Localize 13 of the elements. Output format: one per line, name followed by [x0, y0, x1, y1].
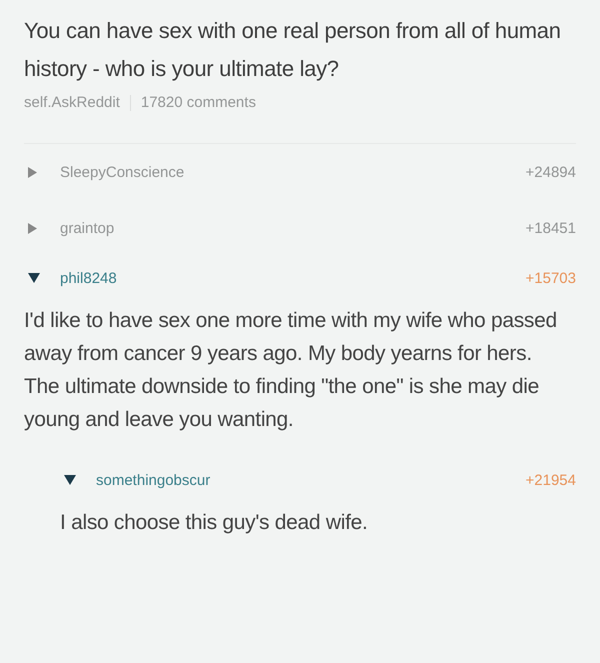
- comment-score: +24894: [526, 164, 576, 180]
- comment-body: I'd like to have sex one more time with my wife who passed away from cancer 9 years ago. My body yearns for hers. The ultimate downside to finding "the one" is she may die young and leave you wanting.: [24, 308, 558, 433]
- comment-author[interactable]: graintop: [60, 220, 526, 236]
- post-title: You can have sex with one real person from all of human history - who is your ultimate lay?: [24, 17, 562, 83]
- comment-score: +18451: [526, 220, 576, 236]
- comment-author[interactable]: somethingobscur: [96, 472, 526, 488]
- comment-body: I also choose this guy's dead wife.: [60, 510, 369, 536]
- comment-author[interactable]: SleepyConscience: [60, 164, 526, 180]
- subreddit-label: self.AskReddit: [24, 94, 120, 111]
- comment-count: 17820 comments: [140, 94, 256, 111]
- comment-score: +15703: [526, 270, 576, 286]
- comment-author[interactable]: phil8248: [60, 270, 526, 286]
- comment-score: +21954: [526, 472, 576, 488]
